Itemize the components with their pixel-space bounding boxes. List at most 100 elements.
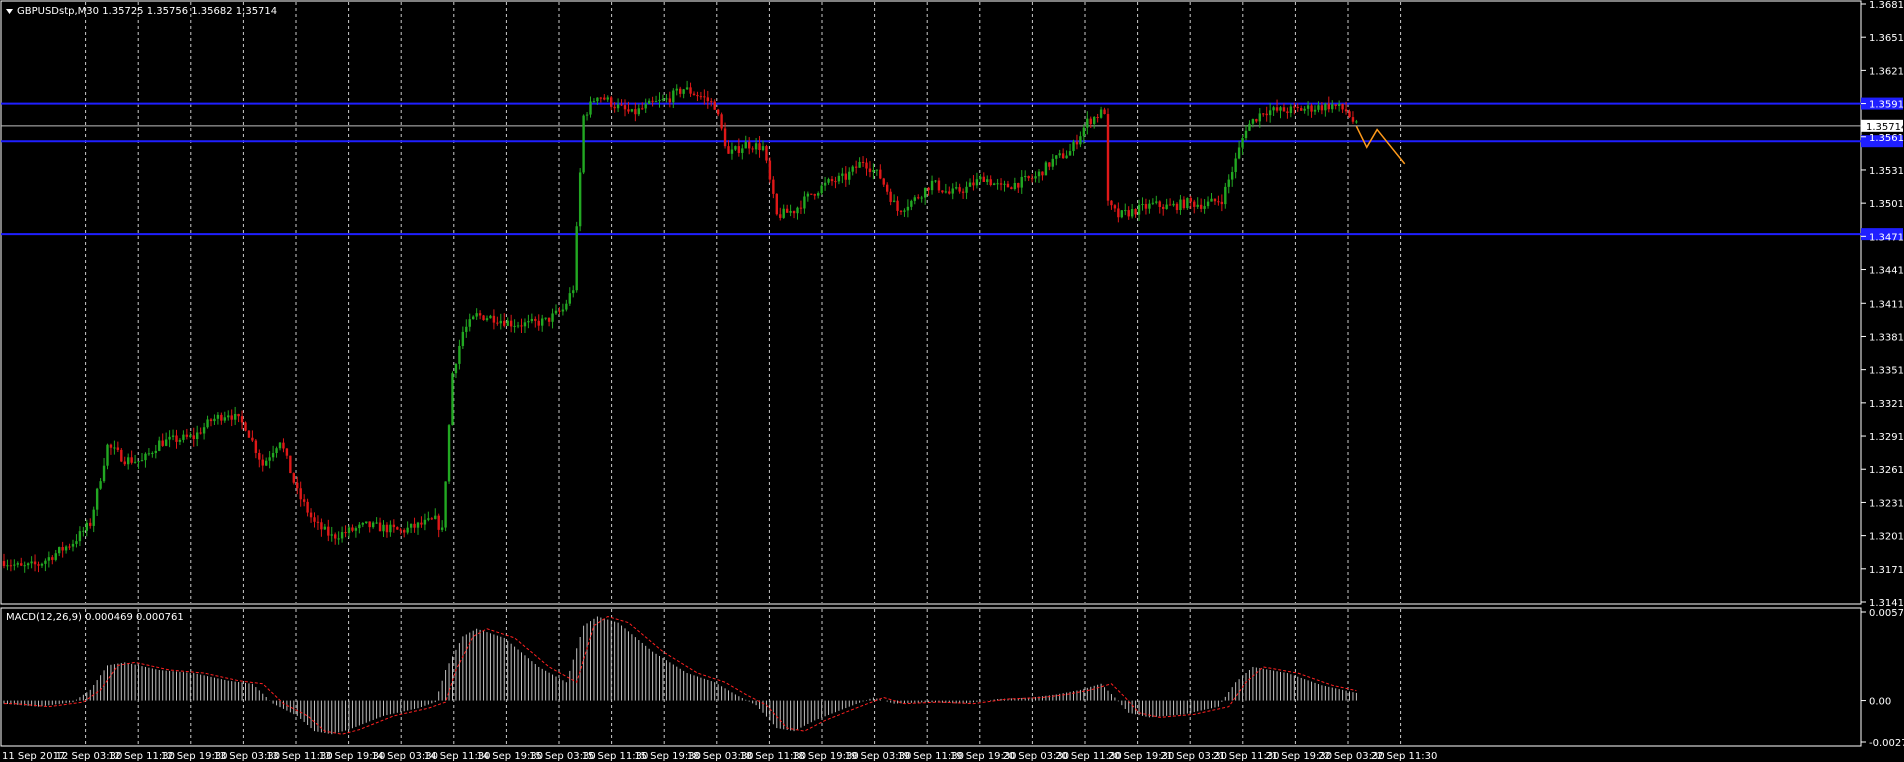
candle-body xyxy=(64,546,68,551)
candle-body xyxy=(1206,201,1210,207)
candle-body xyxy=(230,415,233,420)
price-tick-label: 1.35915 xyxy=(1869,100,1904,111)
candle-body xyxy=(651,100,654,102)
candle-body xyxy=(906,206,910,211)
candle-body xyxy=(1034,176,1037,179)
candle-body xyxy=(996,183,999,185)
candle-body xyxy=(378,522,382,532)
candle-body xyxy=(227,415,230,418)
candle-body xyxy=(1096,117,1099,119)
candle-body xyxy=(127,457,130,465)
candle-body xyxy=(85,522,88,531)
candle-body xyxy=(1289,106,1293,113)
candle-body xyxy=(748,141,751,149)
candle-body xyxy=(509,320,513,327)
candle-body xyxy=(886,184,889,192)
candle-body xyxy=(182,434,185,440)
candle-body xyxy=(1103,109,1106,115)
candle-body xyxy=(1220,201,1224,205)
candle-body xyxy=(930,180,934,191)
candle-body xyxy=(430,518,433,520)
candle-body xyxy=(1120,210,1123,218)
candle-body xyxy=(1165,204,1168,209)
candle-body xyxy=(961,191,965,193)
candle-body xyxy=(133,461,137,463)
candle-body xyxy=(95,488,99,510)
candle-body xyxy=(44,560,47,564)
candle-body xyxy=(354,528,358,531)
candle-body xyxy=(1334,104,1337,106)
macd-tick-label: 0.00 xyxy=(1869,697,1891,708)
candle-body xyxy=(489,315,492,319)
candle-body xyxy=(478,313,482,316)
candle-body xyxy=(406,527,409,533)
candle-body xyxy=(485,318,489,321)
price-tick-label: 1.33510 xyxy=(1869,366,1904,377)
candle-body xyxy=(689,87,692,94)
candle-body xyxy=(923,187,927,198)
candle-body xyxy=(1293,106,1296,108)
candle-body xyxy=(327,526,330,536)
price-chart[interactable]: 1.35714 1.36815 1.36515 1.36215 1.35915 1.35… xyxy=(0,0,1904,762)
candle-body xyxy=(1182,199,1186,209)
candle-body xyxy=(882,178,885,185)
chart-background xyxy=(0,0,1904,762)
candle-body xyxy=(292,473,295,483)
candle-body xyxy=(547,317,551,322)
candle-body xyxy=(661,99,665,101)
candle-body xyxy=(237,413,240,417)
candle-body xyxy=(1224,186,1227,205)
macd-tick-label: -0.002711 xyxy=(1869,738,1904,749)
candle-body xyxy=(71,543,75,547)
candle-body xyxy=(565,303,568,310)
candle-body xyxy=(851,166,854,172)
candle-body xyxy=(154,450,157,453)
candle-body xyxy=(782,208,785,218)
candle-body xyxy=(1155,201,1158,203)
candle-body xyxy=(213,418,216,422)
candle-body xyxy=(644,103,647,109)
candle-body xyxy=(865,162,868,169)
candle-body xyxy=(1179,199,1182,211)
candle-body xyxy=(989,179,992,186)
candle-body xyxy=(75,541,78,544)
candle-body xyxy=(302,499,306,502)
candle-body xyxy=(506,320,509,326)
candle-body xyxy=(647,100,651,104)
candle-body xyxy=(40,563,44,566)
candle-body xyxy=(627,109,630,112)
candle-body xyxy=(765,146,768,161)
candle-body xyxy=(837,175,841,182)
candle-body xyxy=(955,187,958,189)
candle-body xyxy=(1227,179,1230,187)
candle-body xyxy=(1196,204,1199,207)
candle-body xyxy=(361,523,364,525)
candle-body xyxy=(775,193,778,215)
candle-body xyxy=(1251,119,1255,124)
candle-body xyxy=(368,521,371,528)
candle-body xyxy=(482,315,485,321)
candle-body xyxy=(1134,209,1137,215)
candle-body xyxy=(741,148,744,153)
candle-body xyxy=(1241,138,1244,148)
candle-body xyxy=(268,457,271,461)
price-tick-label: 1.33810 xyxy=(1869,332,1904,343)
candle-body xyxy=(1044,162,1048,176)
candle-body xyxy=(147,453,151,455)
candle-body xyxy=(1300,108,1303,111)
candle-body xyxy=(968,182,972,187)
price-tick-label: 1.34715 xyxy=(1869,232,1904,243)
candle-body xyxy=(582,115,585,173)
candle-body xyxy=(68,546,71,548)
candle-body xyxy=(710,101,713,103)
candle-body xyxy=(1003,183,1006,185)
candle-body xyxy=(751,148,754,150)
candle-body xyxy=(454,363,458,374)
candle-body xyxy=(1082,127,1086,137)
candle-body xyxy=(285,448,289,456)
candle-body xyxy=(789,211,792,213)
candle-body xyxy=(1048,162,1051,167)
candle-body xyxy=(806,193,810,197)
candle-body xyxy=(1258,113,1261,122)
candle-body xyxy=(289,455,292,474)
